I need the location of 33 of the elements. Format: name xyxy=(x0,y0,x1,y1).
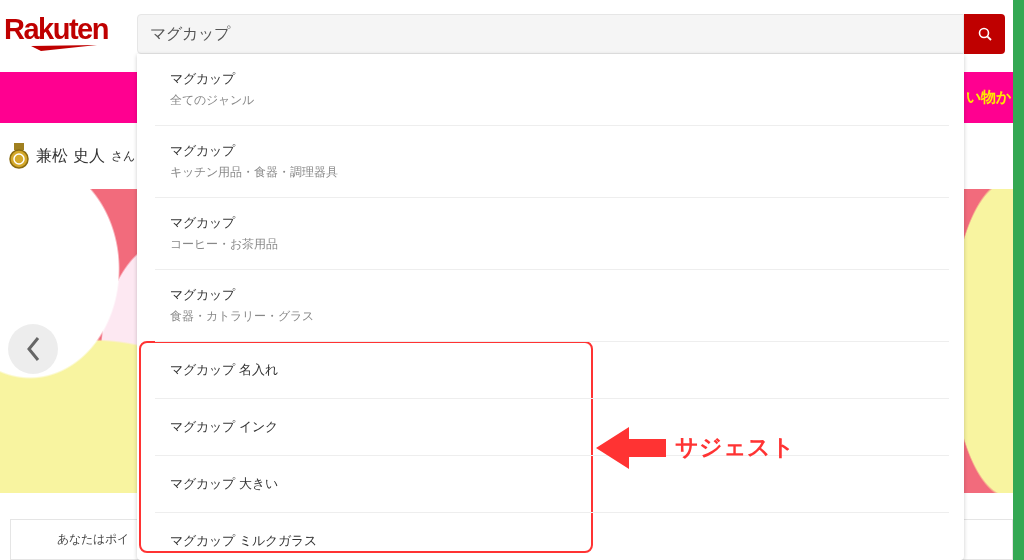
user-honorific: さん xyxy=(111,147,136,165)
suggestion-item[interactable]: マグカップ ミルクガラス xyxy=(155,513,575,560)
medal-icon xyxy=(8,143,30,170)
chevron-left-icon xyxy=(26,336,40,363)
suggestion-genre: 全てのジャンル xyxy=(170,92,255,109)
suggestion-item[interactable]: マグカップ コーヒー・お茶用品 xyxy=(155,198,949,270)
suggestion-item[interactable]: マグカップ インク xyxy=(155,399,575,455)
suggestion-keyword: マグカップ xyxy=(170,70,237,88)
suggestion-item[interactable]: マグカップ 名入れ xyxy=(155,342,575,398)
annotation-label: サジェスト xyxy=(675,433,795,462)
search-button[interactable] xyxy=(964,14,1005,54)
suggestion-genre: キッチン用品・食器・調理器具 xyxy=(170,164,339,181)
suggestion-item[interactable]: マグカップ キッチン用品・食器・調理器具 xyxy=(155,126,949,198)
suggestion-genre: 食器・カトラリー・グラス xyxy=(170,308,315,325)
suggestion-item[interactable]: マグカップ 食器・カトラリー・グラス xyxy=(155,270,949,342)
points-text: あなたはポイ xyxy=(57,530,129,548)
suggestion-genre: コーヒー・お茶用品 xyxy=(170,236,279,253)
suggestion-item[interactable]: マグカップ 大きい xyxy=(155,456,575,512)
previous-button[interactable] xyxy=(8,324,58,375)
suggestion-keyword: マグカップ xyxy=(170,286,237,304)
suggestion-keyword: マグカップ xyxy=(170,214,237,232)
user-name: 兼松 史人 xyxy=(36,145,106,167)
suggestion-item[interactable]: マグカップ 全てのジャンル xyxy=(155,54,949,126)
suggestion-keyword: マグカップ インク xyxy=(170,418,280,436)
search-icon xyxy=(977,27,992,41)
search-field[interactable]: マグカップ xyxy=(137,14,964,54)
suggestion-keyword: マグカップ 名入れ xyxy=(170,361,280,379)
suggestion-keyword: マグカップ ミルクガラス xyxy=(170,532,319,550)
suggestion-keyword: マグカップ 大きい xyxy=(170,475,280,493)
logo[interactable]: Rakuten xyxy=(4,14,137,44)
arrow-left-icon xyxy=(596,427,666,469)
banner-text: い物か xyxy=(966,88,1012,108)
suggestion-keyword: マグカップ xyxy=(170,142,237,160)
